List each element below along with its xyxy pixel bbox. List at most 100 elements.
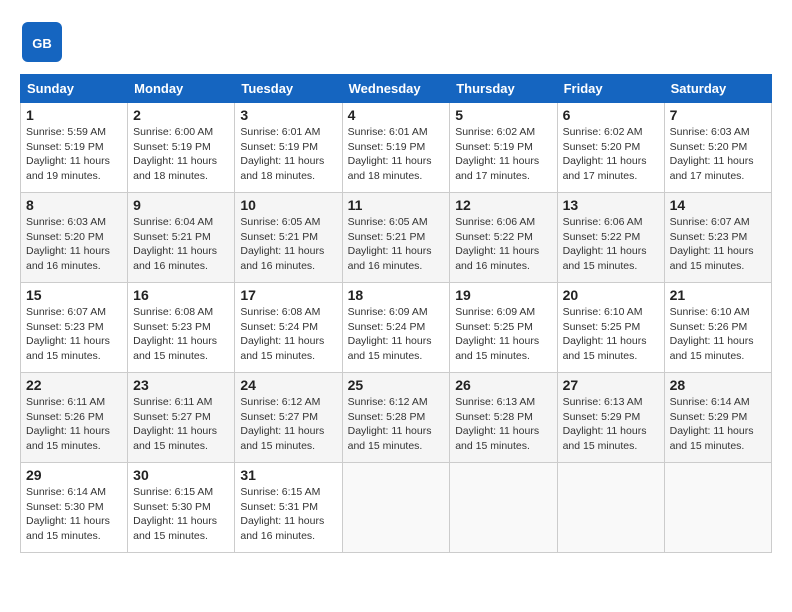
day-number: 31 — [240, 467, 336, 483]
calendar-cell: 5 Sunrise: 6:02 AMSunset: 5:19 PMDayligh… — [450, 103, 557, 193]
calendar-cell: 14 Sunrise: 6:07 AMSunset: 5:23 PMDaylig… — [664, 193, 771, 283]
calendar-cell: 27 Sunrise: 6:13 AMSunset: 5:29 PMDaylig… — [557, 373, 664, 463]
day-number: 19 — [455, 287, 551, 303]
calendar-week-row: 1 Sunrise: 5:59 AMSunset: 5:19 PMDayligh… — [21, 103, 772, 193]
day-number: 7 — [670, 107, 766, 123]
day-number: 18 — [348, 287, 445, 303]
calendar-cell — [557, 463, 664, 553]
day-info: Sunrise: 6:14 AMSunset: 5:30 PMDaylight:… — [26, 486, 110, 542]
day-number: 1 — [26, 107, 122, 123]
day-info: Sunrise: 6:13 AMSunset: 5:29 PMDaylight:… — [563, 396, 647, 452]
day-number: 3 — [240, 107, 336, 123]
calendar-cell: 9 Sunrise: 6:04 AMSunset: 5:21 PMDayligh… — [128, 193, 235, 283]
calendar-week-row: 22 Sunrise: 6:11 AMSunset: 5:26 PMDaylig… — [21, 373, 772, 463]
day-number: 11 — [348, 197, 445, 213]
calendar-week-row: 29 Sunrise: 6:14 AMSunset: 5:30 PMDaylig… — [21, 463, 772, 553]
day-number: 6 — [563, 107, 659, 123]
calendar-cell: 29 Sunrise: 6:14 AMSunset: 5:30 PMDaylig… — [21, 463, 128, 553]
day-number: 16 — [133, 287, 229, 303]
day-number: 24 — [240, 377, 336, 393]
page-header: GB — [20, 20, 772, 64]
weekday-header: Thursday — [450, 75, 557, 103]
day-info: Sunrise: 6:10 AMSunset: 5:25 PMDaylight:… — [563, 306, 647, 362]
day-number: 8 — [26, 197, 122, 213]
calendar-week-row: 8 Sunrise: 6:03 AMSunset: 5:20 PMDayligh… — [21, 193, 772, 283]
day-number: 23 — [133, 377, 229, 393]
day-info: Sunrise: 6:14 AMSunset: 5:29 PMDaylight:… — [670, 396, 754, 452]
day-info: Sunrise: 5:59 AMSunset: 5:19 PMDaylight:… — [26, 126, 110, 182]
calendar-cell: 24 Sunrise: 6:12 AMSunset: 5:27 PMDaylig… — [235, 373, 342, 463]
weekday-header: Saturday — [664, 75, 771, 103]
weekday-header: Wednesday — [342, 75, 450, 103]
day-info: Sunrise: 6:04 AMSunset: 5:21 PMDaylight:… — [133, 216, 217, 272]
calendar-cell — [664, 463, 771, 553]
day-info: Sunrise: 6:00 AMSunset: 5:19 PMDaylight:… — [133, 126, 217, 182]
calendar-cell — [450, 463, 557, 553]
calendar-cell: 23 Sunrise: 6:11 AMSunset: 5:27 PMDaylig… — [128, 373, 235, 463]
calendar-table: SundayMondayTuesdayWednesdayThursdayFrid… — [20, 74, 772, 553]
day-info: Sunrise: 6:12 AMSunset: 5:28 PMDaylight:… — [348, 396, 432, 452]
weekday-header: Sunday — [21, 75, 128, 103]
calendar-cell: 7 Sunrise: 6:03 AMSunset: 5:20 PMDayligh… — [664, 103, 771, 193]
day-info: Sunrise: 6:01 AMSunset: 5:19 PMDaylight:… — [240, 126, 324, 182]
day-info: Sunrise: 6:03 AMSunset: 5:20 PMDaylight:… — [670, 126, 754, 182]
calendar-cell: 11 Sunrise: 6:05 AMSunset: 5:21 PMDaylig… — [342, 193, 450, 283]
day-info: Sunrise: 6:07 AMSunset: 5:23 PMDaylight:… — [26, 306, 110, 362]
day-number: 29 — [26, 467, 122, 483]
calendar-cell: 22 Sunrise: 6:11 AMSunset: 5:26 PMDaylig… — [21, 373, 128, 463]
day-info: Sunrise: 6:05 AMSunset: 5:21 PMDaylight:… — [240, 216, 324, 272]
calendar-cell: 3 Sunrise: 6:01 AMSunset: 5:19 PMDayligh… — [235, 103, 342, 193]
logo-icon: GB — [20, 20, 64, 64]
day-number: 28 — [670, 377, 766, 393]
day-info: Sunrise: 6:10 AMSunset: 5:26 PMDaylight:… — [670, 306, 754, 362]
calendar-cell: 2 Sunrise: 6:00 AMSunset: 5:19 PMDayligh… — [128, 103, 235, 193]
day-number: 20 — [563, 287, 659, 303]
day-info: Sunrise: 6:08 AMSunset: 5:24 PMDaylight:… — [240, 306, 324, 362]
calendar-cell: 15 Sunrise: 6:07 AMSunset: 5:23 PMDaylig… — [21, 283, 128, 373]
day-info: Sunrise: 6:06 AMSunset: 5:22 PMDaylight:… — [563, 216, 647, 272]
day-number: 10 — [240, 197, 336, 213]
day-info: Sunrise: 6:11 AMSunset: 5:27 PMDaylight:… — [133, 396, 217, 452]
day-info: Sunrise: 6:13 AMSunset: 5:28 PMDaylight:… — [455, 396, 539, 452]
day-info: Sunrise: 6:08 AMSunset: 5:23 PMDaylight:… — [133, 306, 217, 362]
weekday-header: Monday — [128, 75, 235, 103]
weekday-header: Friday — [557, 75, 664, 103]
day-info: Sunrise: 6:09 AMSunset: 5:24 PMDaylight:… — [348, 306, 432, 362]
day-number: 2 — [133, 107, 229, 123]
day-number: 9 — [133, 197, 229, 213]
day-number: 27 — [563, 377, 659, 393]
calendar-cell: 6 Sunrise: 6:02 AMSunset: 5:20 PMDayligh… — [557, 103, 664, 193]
calendar-cell: 30 Sunrise: 6:15 AMSunset: 5:30 PMDaylig… — [128, 463, 235, 553]
calendar-week-row: 15 Sunrise: 6:07 AMSunset: 5:23 PMDaylig… — [21, 283, 772, 373]
day-info: Sunrise: 6:11 AMSunset: 5:26 PMDaylight:… — [26, 396, 110, 452]
calendar-cell: 19 Sunrise: 6:09 AMSunset: 5:25 PMDaylig… — [450, 283, 557, 373]
day-number: 17 — [240, 287, 336, 303]
day-info: Sunrise: 6:03 AMSunset: 5:20 PMDaylight:… — [26, 216, 110, 272]
day-number: 4 — [348, 107, 445, 123]
calendar-header-row: SundayMondayTuesdayWednesdayThursdayFrid… — [21, 75, 772, 103]
calendar-cell: 28 Sunrise: 6:14 AMSunset: 5:29 PMDaylig… — [664, 373, 771, 463]
day-number: 21 — [670, 287, 766, 303]
calendar-cell: 1 Sunrise: 5:59 AMSunset: 5:19 PMDayligh… — [21, 103, 128, 193]
calendar-cell: 26 Sunrise: 6:13 AMSunset: 5:28 PMDaylig… — [450, 373, 557, 463]
svg-text:GB: GB — [32, 36, 52, 51]
day-info: Sunrise: 6:06 AMSunset: 5:22 PMDaylight:… — [455, 216, 539, 272]
calendar-cell: 17 Sunrise: 6:08 AMSunset: 5:24 PMDaylig… — [235, 283, 342, 373]
calendar-cell: 8 Sunrise: 6:03 AMSunset: 5:20 PMDayligh… — [21, 193, 128, 283]
day-number: 30 — [133, 467, 229, 483]
calendar-cell: 10 Sunrise: 6:05 AMSunset: 5:21 PMDaylig… — [235, 193, 342, 283]
day-number: 12 — [455, 197, 551, 213]
calendar-cell: 12 Sunrise: 6:06 AMSunset: 5:22 PMDaylig… — [450, 193, 557, 283]
calendar-cell: 25 Sunrise: 6:12 AMSunset: 5:28 PMDaylig… — [342, 373, 450, 463]
day-info: Sunrise: 6:01 AMSunset: 5:19 PMDaylight:… — [348, 126, 432, 182]
day-number: 15 — [26, 287, 122, 303]
calendar-cell: 4 Sunrise: 6:01 AMSunset: 5:19 PMDayligh… — [342, 103, 450, 193]
logo: GB — [20, 20, 68, 64]
day-info: Sunrise: 6:02 AMSunset: 5:20 PMDaylight:… — [563, 126, 647, 182]
weekday-header: Tuesday — [235, 75, 342, 103]
day-info: Sunrise: 6:15 AMSunset: 5:30 PMDaylight:… — [133, 486, 217, 542]
calendar-cell: 13 Sunrise: 6:06 AMSunset: 5:22 PMDaylig… — [557, 193, 664, 283]
calendar-cell: 31 Sunrise: 6:15 AMSunset: 5:31 PMDaylig… — [235, 463, 342, 553]
day-info: Sunrise: 6:05 AMSunset: 5:21 PMDaylight:… — [348, 216, 432, 272]
day-info: Sunrise: 6:12 AMSunset: 5:27 PMDaylight:… — [240, 396, 324, 452]
